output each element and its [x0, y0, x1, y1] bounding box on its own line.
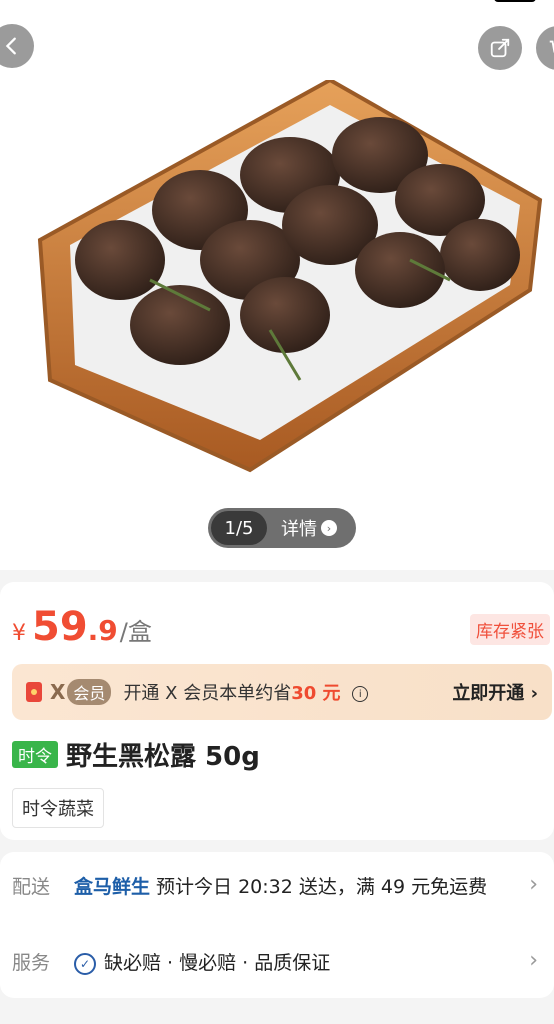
price: ¥ 59 .9 /盒	[12, 604, 152, 650]
red-packet-icon	[26, 682, 42, 702]
delivery-label: 配送	[12, 876, 51, 898]
product-image-gallery[interactable]: 1/5 详情 ›	[0, 0, 554, 570]
check-circle-icon: ✓	[74, 952, 96, 975]
battery-icon	[494, 0, 536, 2]
delivery-service-card: 配送 盒马鲜生 预计今日 20:32 送达，满 49 元免运费 › 服务 ✓ 缺必…	[0, 852, 554, 998]
back-icon	[5, 37, 16, 55]
cart-icon	[549, 40, 554, 53]
back-button[interactable]	[0, 24, 34, 68]
category-chip[interactable]: 时令蔬菜	[12, 788, 104, 828]
x-member-logo: X 会员	[50, 679, 112, 705]
service-row[interactable]: 服务 ✓ 缺必赔 · 慢必赔 · 品质保证 ›	[12, 948, 542, 978]
chevron-right-icon: ›	[529, 872, 538, 897]
price-integer: 59	[32, 604, 88, 650]
delivery-row[interactable]: 配送 盒马鲜生 预计今日 20:32 送达，满 49 元免运费 ›	[12, 872, 542, 902]
seasonal-tag: 时令	[12, 741, 58, 768]
details-link[interactable]: 详情 ›	[281, 515, 337, 541]
delivery-text: 盒马鲜生 预计今日 20:32 送达，满 49 元免运费	[74, 876, 488, 898]
image-pager[interactable]: 1/5 详情 ›	[208, 508, 356, 548]
product-title: 野生黑松露 50g	[66, 742, 260, 772]
share-icon	[490, 38, 510, 58]
chevron-right-icon: ›	[529, 948, 538, 973]
chevron-right-icon: ›	[321, 520, 337, 536]
status-icons	[432, 0, 536, 2]
price-unit: /盒	[119, 618, 152, 646]
info-icon[interactable]: i	[352, 686, 369, 702]
share-button[interactable]	[478, 26, 522, 70]
image-counter: 1/5	[211, 511, 267, 545]
open-membership-button[interactable]: 立即开通 ›	[452, 679, 538, 705]
membership-banner[interactable]: X 会员 开通 X 会员本单约省30 元 i 立即开通 ›	[12, 664, 552, 720]
service-text: ✓ 缺必赔 · 慢必赔 · 品质保证	[74, 948, 504, 978]
membership-savings-text: 开通 X 会员本单约省30 元 i	[123, 679, 369, 705]
truffle-basket-image	[37, 80, 543, 473]
price-decimal: .9	[87, 614, 118, 647]
store-brand: 盒马鲜生	[74, 876, 151, 898]
stock-status-badge: 库存紧张	[470, 614, 550, 645]
details-label: 详情	[281, 519, 317, 540]
currency-symbol: ¥	[12, 621, 26, 646]
service-label: 服务	[12, 952, 51, 974]
product-info-card: ¥ 59 .9 /盒 库存紧张 X 会员 开通 X 会员本单约省30 元 i 立…	[0, 582, 554, 840]
cart-button[interactable]	[536, 26, 554, 70]
product-title-row: 时令 野生黑松露 50g	[12, 736, 260, 773]
status-bar	[0, 0, 554, 10]
